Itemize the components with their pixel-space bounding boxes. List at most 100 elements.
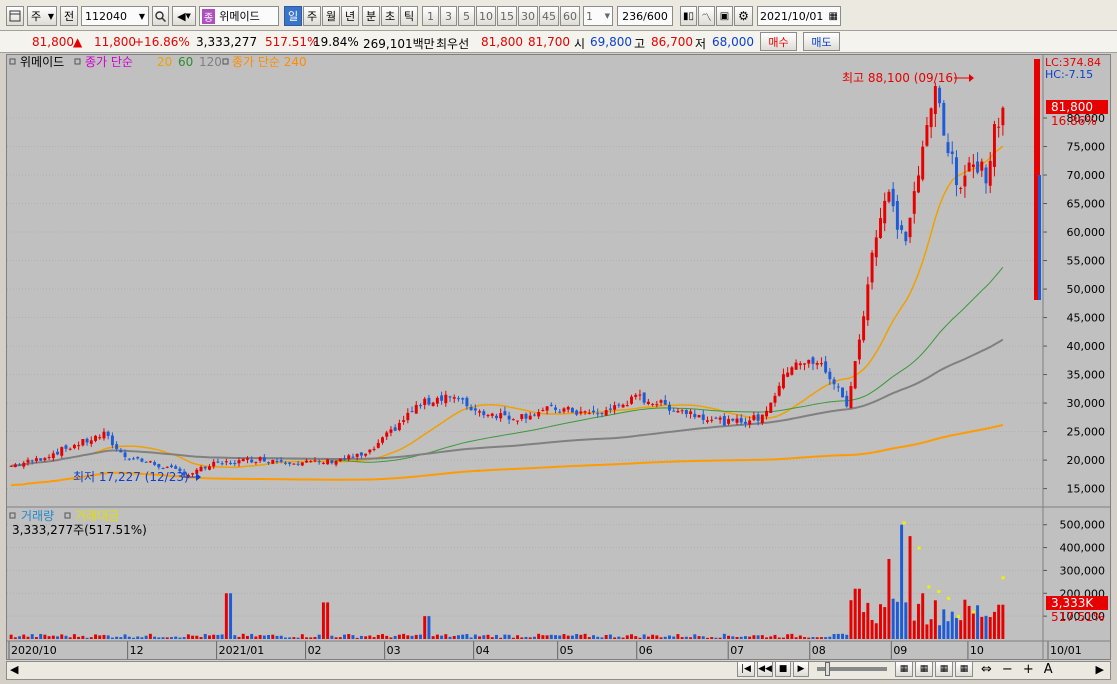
legend: 위메이드 종가 단순 20 60 120 종가 단순 240 [9,55,307,69]
interval-minute[interactable]: 분 [362,6,380,26]
candle-body [216,461,220,463]
volume-bar [976,605,980,639]
candle-body [739,418,743,423]
grid-icon: ▦ [959,664,969,674]
view-c-button[interactable]: ▦ [935,661,953,677]
amount-label: 거래대금 [75,509,119,523]
arrows-icon[interactable]: ⇔ [981,662,992,677]
candle-type-button[interactable]: ▮▯ [680,6,697,26]
candle-body [254,461,258,463]
minute-5-button[interactable]: 5 [458,6,475,26]
interval-second[interactable]: 초 [381,6,399,26]
volume-bar [241,633,245,639]
grid-icon: ▦ [919,664,929,674]
market-select[interactable]: 주 ▼ [27,6,57,26]
candle-body [646,401,650,404]
speaker-icon: ◀ [177,9,186,23]
volume-bar [60,634,64,639]
volume-bar [448,636,452,639]
date-picker[interactable]: 2021/10/01 ▦ [757,6,841,26]
minute-1-button[interactable]: 1 [422,6,439,26]
interval-tick[interactable]: 틱 [400,6,418,26]
speaker-button[interactable]: ◀ ▼ [172,6,196,26]
first-button[interactable]: |◀ [737,661,755,677]
gear-icon: ⚙ [738,9,749,23]
playback-controls: |◀ ◀◀ ■ ▶ ▦ ▦ ▦ ▦ ⇔ − + A [737,660,1053,678]
volume-bar [807,637,811,639]
play-button[interactable]: ▶ [793,661,809,677]
candle-body [988,160,992,186]
volume-bar [689,637,693,639]
volume-bar [524,636,528,639]
candle-body [486,415,490,417]
view-a-button[interactable]: ▦ [895,661,913,677]
view-d-button[interactable]: ▦ [955,661,973,677]
volume-bar [140,637,144,639]
step-select[interactable]: 1 ▼ [583,6,613,26]
candle-body [452,397,456,399]
period-prefix-button[interactable]: 전 [60,6,78,26]
save-button[interactable]: ▣ [716,6,733,26]
speed-slider[interactable] [817,662,887,676]
candle-body [853,361,857,389]
zoom-out-icon[interactable]: − [1002,662,1013,677]
minute-60-button[interactable]: 60 [560,6,580,26]
minute-15-button[interactable]: 15 [497,6,517,26]
interval-week[interactable]: 주 [303,6,321,26]
minute-3-button[interactable]: 3 [440,6,457,26]
candle-body [668,404,671,411]
legend-stock-name: 위메이드 [20,55,64,69]
interval-month[interactable]: 월 [322,6,340,26]
scroll-left-icon[interactable]: ◀ [10,663,18,676]
candle-body [912,191,916,214]
candlestick-chart[interactable]: 15,000 20,000 25,000 30,000 35,000 40,000 45,0… [7,55,1110,659]
scroll-right-icon[interactable]: ▶ [1096,663,1104,676]
settings-button[interactable]: ⚙ [734,6,753,26]
candle-body [777,385,781,396]
volume-bar [186,634,190,639]
stock-code-input[interactable]: 112040 ▼ [81,6,149,26]
candle-body [351,456,355,458]
buy-button[interactable]: 매수 [760,32,797,51]
volume-bar [338,637,342,639]
stop-button[interactable]: ■ [775,661,791,677]
candle-body [431,402,435,406]
chart-panel[interactable]: 15,000 20,000 25,000 30,000 35,000 40,000 45,0… [6,54,1111,660]
minute-30-button[interactable]: 30 [518,6,538,26]
minute-10-button[interactable]: 10 [476,6,496,26]
count-input[interactable]: 236/600 [617,6,673,26]
interval-day[interactable]: 일 [284,6,302,26]
candle-body [824,361,828,373]
sell-button[interactable]: 매도 [803,32,840,51]
market-label: 주 [31,10,42,23]
chart-menu-icon[interactable] [6,6,24,26]
slider-handle[interactable] [825,662,830,676]
volume-bar [72,634,76,639]
auto-scale-icon[interactable]: A [1044,662,1053,677]
candle-body [938,87,942,104]
volume-bar [558,635,562,639]
legend-ma240: 종가 단순 240 [232,55,307,69]
stock-name-field[interactable]: 종 위메이드 [199,6,279,26]
volume-bar [963,599,967,639]
volume-bar [511,637,515,639]
date-tick-label: 2021/01 [219,644,265,657]
candle-body [165,466,169,468]
candle-body [592,410,595,413]
candle-body [77,445,81,447]
zoom-in-icon[interactable]: + [1023,662,1034,677]
candle-body [807,359,811,364]
view-b-button[interactable]: ▦ [915,661,933,677]
candle-body [494,415,498,419]
volume-bar [532,636,536,639]
volume-bar [803,637,807,639]
prev-button[interactable]: ◀◀ [757,661,773,677]
interval-year[interactable]: 년 [341,6,359,26]
volume-bar [879,604,882,639]
indicator-button[interactable]: 〽 [698,6,715,26]
volume-bar [220,634,224,639]
search-button[interactable] [152,6,169,26]
candle-body [376,442,380,448]
minute-45-button[interactable]: 45 [539,6,559,26]
candle-body [819,363,823,365]
